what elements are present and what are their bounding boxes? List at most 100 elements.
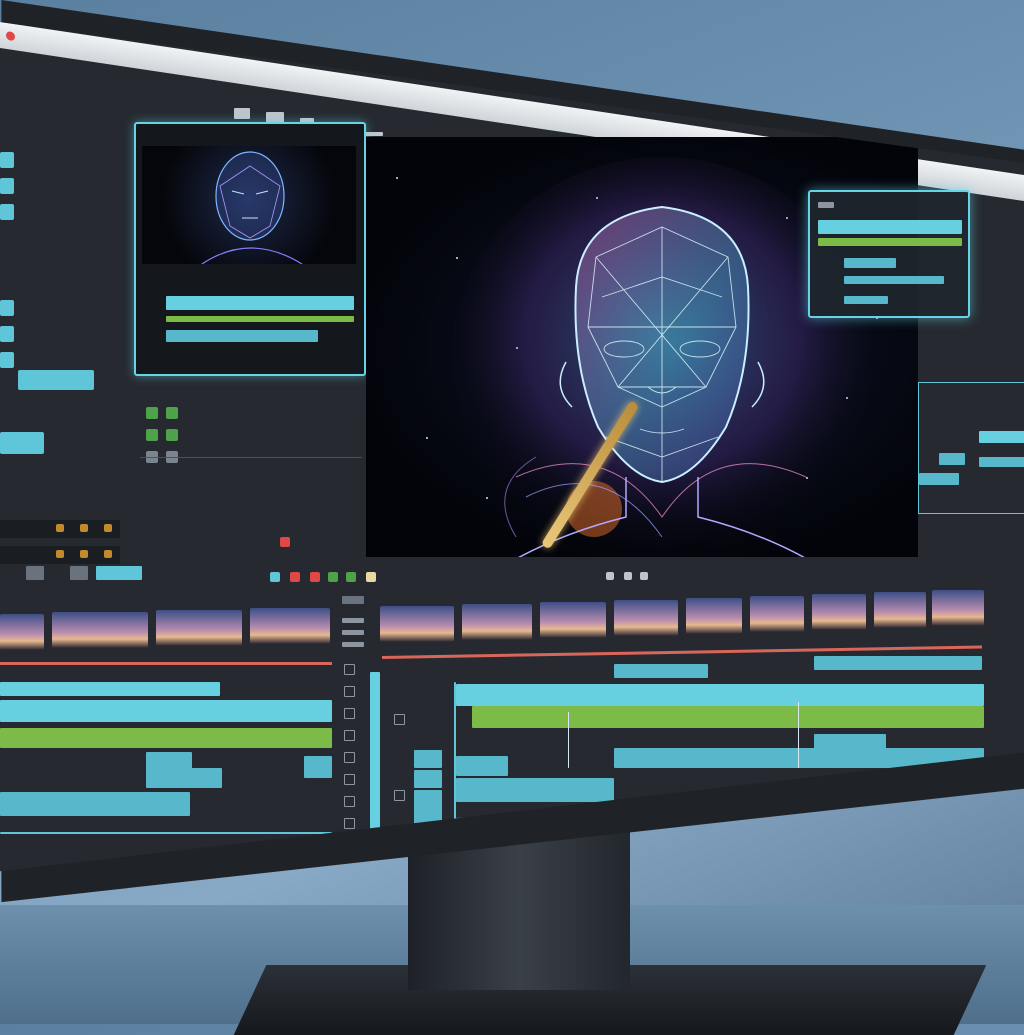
timeline-clip[interactable] [414,790,442,824]
inspector-track[interactable] [844,276,944,284]
transport-button[interactable] [70,566,88,580]
tool-chip[interactable] [0,204,14,220]
transport-button[interactable] [26,566,44,580]
transport-button[interactable] [624,572,632,580]
track-header-button[interactable] [342,618,364,623]
tool-chip[interactable] [0,432,44,454]
source-thumbnail[interactable] [142,146,356,264]
film-thumbnail[interactable] [540,602,606,638]
film-thumbnail[interactable] [874,592,926,628]
tool-chip[interactable] [0,352,14,368]
timeline-border [454,682,456,822]
film-thumbnail[interactable] [380,606,454,642]
grid-toggle-icon[interactable] [344,664,355,675]
timeline-clip[interactable] [0,792,190,816]
grid-toggle-icon[interactable] [344,796,355,807]
grid-toggle-icon[interactable] [344,752,355,763]
toolbar-button[interactable] [234,108,250,119]
grid-toggle-icon[interactable] [344,774,355,785]
film-thumbnail[interactable] [250,608,330,644]
timeline-clip[interactable] [814,656,982,670]
film-thumbnail[interactable] [462,604,532,640]
property-toggle[interactable] [146,429,158,441]
timeline-cursor [798,702,799,768]
timeline-clip[interactable] [472,706,984,728]
tool-slider[interactable] [18,370,94,390]
record-indicator-icon[interactable] [6,30,15,42]
timeline-clip[interactable] [414,770,442,788]
record-button[interactable] [310,572,320,582]
timeline-clip[interactable] [0,728,332,748]
preview-track[interactable] [166,316,354,322]
timeline-clip[interactable] [146,768,222,788]
timeline-clip[interactable] [0,682,220,696]
film-thumbnail[interactable] [156,610,242,646]
inspector-track[interactable] [818,220,962,234]
timeline-clip[interactable] [0,700,332,722]
track-header-button[interactable] [342,630,364,635]
status-light [56,550,64,558]
grid-toggle-icon[interactable] [344,818,355,829]
track-header-button[interactable] [342,642,364,647]
timeline-clip[interactable] [614,664,708,678]
timeline-clip[interactable] [456,778,614,802]
tool-chip[interactable] [0,326,14,342]
tool-chip[interactable] [0,178,14,194]
film-thumbnail[interactable] [932,590,984,626]
inspector-track[interactable] [844,258,896,268]
grid-toggle-icon[interactable] [394,714,405,725]
tool-chip[interactable] [0,300,14,316]
film-thumbnail[interactable] [750,596,804,632]
property-toggle[interactable] [166,407,178,419]
inspector-track[interactable] [818,238,962,246]
play-icon[interactable] [96,566,142,580]
film-thumbnail[interactable] [0,614,44,650]
panel-divider [140,457,362,458]
track-level-meter[interactable] [370,672,380,832]
clip-info-panel [140,377,362,557]
timeline-border [0,832,332,834]
film-thumbnail[interactable] [686,598,742,634]
transport-button[interactable] [606,572,614,580]
marker-button[interactable] [366,572,376,582]
marker-button[interactable] [328,572,338,582]
inspector-track[interactable] [844,296,888,304]
in-out-marker[interactable] [0,662,332,665]
timeline-clip[interactable] [414,750,442,768]
timeline-clip[interactable] [456,756,508,776]
mixer-channel[interactable] [979,457,1024,467]
film-thumbnail[interactable] [614,600,678,636]
property-toggle[interactable] [146,407,158,419]
status-light [80,550,88,558]
inspector-panel[interactable] [808,190,970,318]
mixer-panel[interactable] [918,382,1024,514]
status-light [80,524,88,532]
film-thumbnail[interactable] [812,594,866,630]
record-button[interactable] [280,537,290,547]
property-toggle[interactable] [166,429,178,441]
left-toolbox [0,112,130,572]
track-header-button[interactable] [342,596,364,604]
mixer-channel[interactable] [919,473,959,485]
timeline-clip[interactable] [304,756,332,778]
transport-bar [0,562,1024,596]
grid-toggle-icon[interactable] [394,790,405,801]
transport-button[interactable] [640,572,648,580]
timeline-clip[interactable] [456,684,984,706]
grid-toggle-icon[interactable] [344,708,355,719]
film-thumbnail[interactable] [52,612,148,648]
source-preview-panel[interactable] [134,122,366,376]
mixer-channel[interactable] [939,453,965,465]
tool-chip[interactable] [0,152,14,168]
marker-button[interactable] [346,572,356,582]
preview-track[interactable] [166,296,354,310]
toolbar-button[interactable] [365,132,383,136]
grid-toggle-icon[interactable] [344,686,355,697]
editor-screen [0,22,1024,872]
preview-track[interactable] [166,330,318,342]
mixer-channel[interactable] [979,431,1024,443]
timeline-cursor [568,712,569,768]
marker-button[interactable] [270,572,280,582]
stop-icon[interactable] [290,572,300,582]
grid-toggle-icon[interactable] [344,730,355,741]
